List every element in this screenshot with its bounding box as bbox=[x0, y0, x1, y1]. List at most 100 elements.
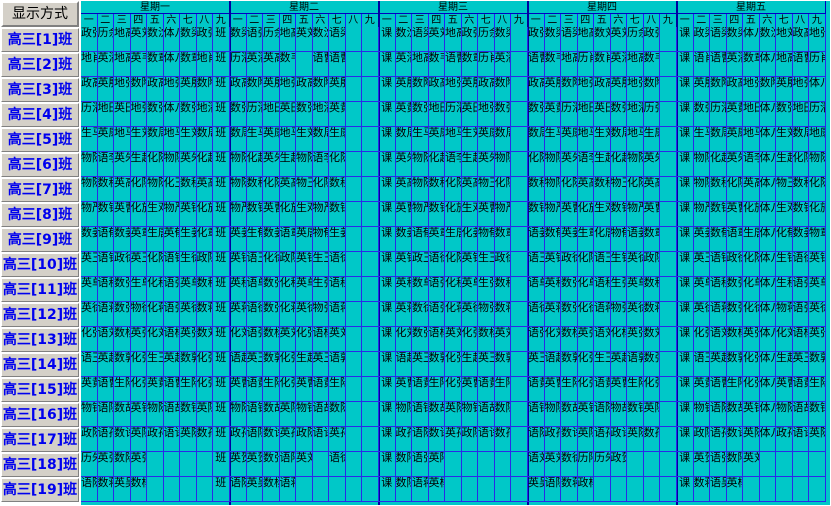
lesson-cell[interactable]: 语李 bbox=[312, 152, 329, 177]
lesson-cell[interactable]: 数张 bbox=[296, 102, 313, 127]
lesson-cell[interactable]: 数郭 bbox=[180, 352, 197, 377]
lesson-cell[interactable]: 物严 bbox=[312, 202, 329, 227]
lesson-cell[interactable]: 生张 bbox=[610, 277, 627, 302]
lesson-cell[interactable]: 生赵 bbox=[776, 152, 793, 177]
lesson-cell[interactable]: 物陈 bbox=[230, 402, 247, 427]
lesson-cell[interactable]: 英康 bbox=[428, 127, 445, 152]
lesson-cell[interactable]: 地张 bbox=[627, 77, 644, 102]
lesson-cell[interactable]: 语王 bbox=[81, 352, 98, 377]
lesson-cell[interactable]: 数杨 bbox=[561, 327, 578, 352]
lesson-cell[interactable]: 化蒋 bbox=[279, 302, 296, 327]
lesson-cell[interactable] bbox=[296, 477, 313, 502]
lesson-cell[interactable]: 班 bbox=[213, 77, 230, 102]
lesson-cell[interactable]: 地潘 bbox=[627, 102, 644, 127]
lesson-cell[interactable]: 化赵 bbox=[710, 152, 727, 177]
lesson-cell[interactable]: 物陈 bbox=[544, 402, 561, 427]
lesson-cell[interactable]: 化赵 bbox=[428, 152, 445, 177]
lesson-cell[interactable]: 数蒋 bbox=[643, 302, 660, 327]
lesson-cell[interactable]: 英康 bbox=[478, 127, 495, 152]
lesson-cell[interactable] bbox=[362, 327, 379, 352]
lesson-cell[interactable]: 政陈 bbox=[461, 427, 478, 452]
lesson-cell[interactable]: 物陈 bbox=[163, 152, 180, 177]
lesson-cell[interactable]: 语陈 bbox=[412, 427, 429, 452]
lesson-cell[interactable]: 生刘 bbox=[180, 127, 197, 152]
lesson-cell[interactable]: 数张 bbox=[230, 102, 247, 127]
lesson-cell[interactable]: 数程 bbox=[428, 177, 445, 202]
lesson-cell[interactable]: 化张 bbox=[445, 352, 462, 377]
lesson-cell[interactable]: 英贺 bbox=[693, 452, 710, 477]
lesson-cell[interactable]: 数杨 bbox=[478, 327, 495, 352]
lesson-cell[interactable] bbox=[345, 127, 362, 152]
lesson-cell[interactable]: 化陈 bbox=[312, 177, 329, 202]
lesson-cell[interactable]: 班 bbox=[213, 252, 230, 277]
lesson-cell[interactable]: 英钱 bbox=[296, 252, 313, 277]
lesson-cell[interactable]: 英单 bbox=[461, 277, 478, 302]
lesson-cell[interactable]: 课 bbox=[379, 52, 396, 77]
lesson-cell[interactable]: 英刘 bbox=[279, 327, 296, 352]
lesson-cell[interactable] bbox=[511, 127, 528, 152]
lesson-cell[interactable]: 生邓 bbox=[461, 202, 478, 227]
lesson-cell[interactable] bbox=[362, 52, 379, 77]
lesson-cell[interactable]: 数郭 bbox=[561, 352, 578, 377]
lesson-cell[interactable]: 生邓 bbox=[594, 202, 611, 227]
lesson-cell[interactable]: 数程 bbox=[329, 177, 346, 202]
lesson-cell[interactable]: 物蒋 bbox=[776, 302, 793, 327]
lesson-cell[interactable]: 数郭 bbox=[263, 352, 280, 377]
lesson-cell[interactable]: 化陈 bbox=[445, 252, 462, 277]
lesson-cell[interactable]: 数徐 bbox=[412, 302, 429, 327]
lesson-cell[interactable] bbox=[627, 452, 644, 477]
lesson-cell[interactable]: 体八 bbox=[759, 202, 776, 227]
lesson-cell[interactable] bbox=[180, 477, 197, 502]
lesson-cell[interactable]: 英高 bbox=[263, 52, 280, 77]
lesson-cell[interactable]: 数梁 bbox=[494, 27, 511, 52]
lesson-cell[interactable]: 课 bbox=[677, 452, 694, 477]
lesson-cell[interactable]: 数姜 bbox=[395, 227, 412, 252]
lesson-cell[interactable]: 化程 bbox=[445, 277, 462, 302]
lesson-cell[interactable]: 体八 bbox=[759, 427, 776, 452]
lesson-cell[interactable]: 地高 bbox=[114, 27, 131, 52]
lesson-cell[interactable]: 政孙 bbox=[147, 427, 164, 452]
lesson-cell[interactable]: 课 bbox=[677, 302, 694, 327]
lesson-cell[interactable]: 课 bbox=[677, 177, 694, 202]
lesson-cell[interactable]: 化王 bbox=[163, 177, 180, 202]
lesson-cell[interactable]: 班 bbox=[213, 27, 230, 52]
lesson-cell[interactable]: 课 bbox=[677, 402, 694, 427]
lesson-cell[interactable]: 语张 bbox=[528, 327, 545, 352]
lesson-cell[interactable]: 数周 bbox=[610, 127, 627, 152]
lesson-cell[interactable]: 语胡 bbox=[163, 402, 180, 427]
lesson-cell[interactable] bbox=[511, 352, 528, 377]
lesson-cell[interactable]: 政高 bbox=[594, 77, 611, 102]
lesson-cell[interactable]: 语陈 bbox=[528, 427, 545, 452]
lesson-cell[interactable]: 英朱 bbox=[180, 152, 197, 177]
lesson-cell[interactable]: 体八 bbox=[759, 177, 776, 202]
lesson-cell[interactable]: 语姜 bbox=[627, 227, 644, 252]
lesson-cell[interactable]: 政陈 bbox=[196, 252, 213, 277]
lesson-cell[interactable]: 班 bbox=[213, 152, 230, 177]
lesson-cell[interactable]: 数钱 bbox=[97, 202, 114, 227]
lesson-cell[interactable]: 数陈 bbox=[494, 402, 511, 427]
lesson-cell[interactable] bbox=[362, 452, 379, 477]
lesson-cell[interactable]: 语黄 bbox=[478, 377, 495, 402]
lesson-cell[interactable]: 英曹 bbox=[776, 377, 793, 402]
lesson-cell[interactable]: 数周 bbox=[230, 127, 247, 152]
lesson-cell[interactable]: 地张 bbox=[279, 77, 296, 102]
lesson-cell[interactable]: 体八 bbox=[759, 102, 776, 127]
lesson-cell[interactable]: 地马 bbox=[279, 127, 296, 152]
lesson-cell[interactable]: 班 bbox=[213, 427, 230, 452]
lesson-cell[interactable]: 地刘 bbox=[776, 27, 793, 52]
lesson-cell[interactable]: 数张 bbox=[263, 277, 280, 302]
lesson-cell[interactable]: 语徐 bbox=[329, 252, 346, 277]
lesson-cell[interactable] bbox=[147, 477, 164, 502]
lesson-cell[interactable]: 生陆 bbox=[329, 377, 346, 402]
lesson-cell[interactable]: 数程 bbox=[710, 177, 727, 202]
lesson-cell[interactable]: 化徐 bbox=[263, 252, 280, 277]
lesson-cell[interactable]: 语张 bbox=[246, 327, 263, 352]
lesson-cell[interactable]: 语杨 bbox=[792, 327, 809, 352]
lesson-cell[interactable]: 地马 bbox=[163, 127, 180, 152]
lesson-cell[interactable]: 语徐 bbox=[428, 252, 445, 277]
lesson-cell[interactable]: 英赵 bbox=[710, 352, 727, 377]
lesson-cell[interactable]: 化郁 bbox=[776, 227, 793, 252]
lesson-cell[interactable]: 英单 bbox=[693, 277, 710, 302]
lesson-cell[interactable]: 英张 bbox=[180, 327, 197, 352]
lesson-cell[interactable]: 数徐 bbox=[561, 452, 578, 477]
